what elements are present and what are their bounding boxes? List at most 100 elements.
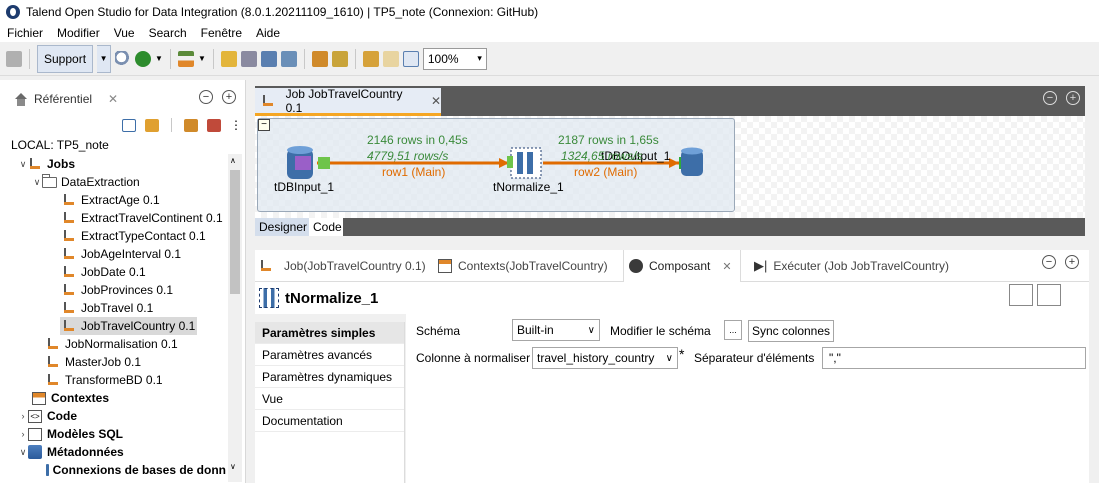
job-designer-canvas[interactable]: − tDBInput_1 tNormalize_1 tDBOutput_1 21… — [255, 116, 1085, 218]
tree-item-masterjob[interactable]: MasterJob 0.1 — [46, 353, 141, 371]
edit-icon[interactable] — [220, 50, 237, 67]
close-icon[interactable]: ✕ — [108, 92, 118, 106]
save-icon[interactable] — [6, 50, 22, 67]
tree-item-jobageinterval[interactable]: JobAgeInterval 0.1 — [62, 245, 181, 263]
tab-composant[interactable]: Composant ✕ — [623, 250, 741, 282]
page-icon[interactable] — [402, 50, 419, 67]
tree-item-extracttravelcontinent[interactable]: ExtractTravelContinent 0.1 — [62, 209, 223, 227]
minimize-icon[interactable]: − — [1042, 255, 1056, 269]
deploy-icon[interactable] — [260, 50, 277, 67]
chevron-right-icon[interactable]: › — [18, 411, 28, 421]
column-to-normalize-select[interactable]: travel_history_country ∨ — [532, 347, 678, 369]
nav-documentation[interactable]: Documentation — [255, 410, 404, 432]
tab-code[interactable]: Code — [309, 218, 343, 236]
nav-parametres-simples[interactable]: Paramètres simples — [255, 322, 404, 344]
import-icon[interactable] — [280, 50, 297, 67]
tree-item-code[interactable]: › <> Code — [18, 407, 78, 425]
repository-tab[interactable]: Référentiel ✕ — [14, 92, 118, 106]
list-view-icon[interactable] — [1037, 284, 1061, 306]
tree-item-label: JobNormalisation 0.1 — [65, 337, 178, 351]
nav-parametres-avances[interactable]: Paramètres avancés — [255, 344, 404, 366]
run-dropdown-icon[interactable]: ▼ — [155, 54, 163, 63]
chevron-down-icon[interactable]: ∨ — [32, 177, 42, 188]
contexts-icon — [32, 391, 46, 405]
refresh-icon[interactable] — [311, 50, 328, 67]
tab-job-settings[interactable]: Job(JobTravelCountry 0.1) — [259, 250, 426, 282]
tree-item-jobtravel[interactable]: JobTravel 0.1 — [62, 299, 153, 317]
menu-vue[interactable]: Vue — [107, 26, 142, 40]
tree-item-contextes[interactable]: Contextes — [32, 389, 109, 407]
tree-item-modeles-sql[interactable]: › Modèles SQL — [18, 425, 124, 443]
minimize-icon[interactable]: − — [1043, 91, 1057, 105]
sync-columns-button[interactable]: Sync colonnes — [748, 320, 834, 342]
nav-parametres-dynamiques[interactable]: Paramètres dynamiques — [255, 366, 404, 388]
support-dropdown-arrow[interactable]: ▼ — [97, 44, 112, 73]
collapse-all-icon[interactable] — [122, 118, 136, 132]
export-dropdown-icon[interactable]: ▼ — [198, 54, 206, 63]
tree-item-jobs[interactable]: ∨ Jobs — [18, 155, 75, 173]
search-icon[interactable] — [115, 50, 132, 67]
tools-icon[interactable] — [240, 50, 257, 67]
menu-search[interactable]: Search — [142, 26, 194, 40]
job-tab-label: Job JobTravelCountry 0.1 — [285, 86, 403, 115]
menu-fenetre[interactable]: Fenêtre — [194, 26, 249, 40]
metadata-icon — [28, 445, 42, 459]
tree-item-dataextraction[interactable]: ∨ DataExtraction — [32, 173, 140, 191]
tab-contexts[interactable]: Contexts(JobTravelCountry) — [438, 250, 608, 282]
run-icon[interactable] — [135, 50, 152, 67]
component-label-tdbinput[interactable]: tDBInput_1 — [274, 180, 334, 194]
scrollbar-thumb[interactable] — [230, 170, 240, 294]
schema-label: Schéma — [416, 324, 461, 338]
filter-icon[interactable] — [207, 118, 221, 132]
edit-schema-button[interactable]: ... — [724, 320, 742, 340]
close-icon[interactable]: ✕ — [722, 260, 731, 273]
tree-item-jobtravelcountry[interactable]: JobTravelCountry 0.1 — [60, 317, 198, 335]
repository-scrollbar[interactable]: ∧ ∨ — [228, 154, 242, 482]
export-icon[interactable] — [177, 50, 194, 67]
grid-view-icon[interactable] — [1009, 284, 1033, 306]
nav-vue[interactable]: Vue — [255, 388, 404, 410]
normalize-component-icon[interactable] — [507, 147, 542, 179]
component-label-tnormalize[interactable]: tNormalize_1 — [493, 180, 564, 194]
tree-item-extracttypecontact[interactable]: ExtractTypeContact 0.1 — [62, 227, 206, 245]
support-label: Support — [44, 51, 87, 66]
chevron-down-icon[interactable]: ∨ — [18, 447, 28, 458]
row1-label[interactable]: row1 (Main) — [382, 165, 445, 179]
tree-item-jobnormalisation[interactable]: JobNormalisation 0.1 — [46, 335, 178, 353]
refresh-icon[interactable] — [184, 118, 198, 132]
maximize-icon[interactable]: + — [1065, 255, 1079, 269]
sync-icon[interactable] — [331, 50, 348, 67]
chevron-right-icon[interactable]: › — [18, 429, 28, 439]
menu-fichier[interactable]: Fichier — [0, 26, 50, 40]
chevron-up-icon[interactable]: ∧ — [230, 156, 236, 165]
tree-item-transformebd[interactable]: TransformeBD 0.1 — [46, 371, 163, 389]
schema-select[interactable]: Built-in ∨ — [512, 319, 600, 341]
menu-aide[interactable]: Aide — [249, 26, 287, 40]
database-input-icon[interactable] — [287, 146, 313, 179]
menu-modifier[interactable]: Modifier — [50, 26, 107, 40]
tab-executer[interactable]: ▶| Exécuter (Job JobTravelCountry) — [754, 250, 949, 282]
support-button[interactable]: Support — [37, 44, 94, 73]
chevron-down-icon[interactable]: ∨ — [18, 159, 28, 170]
tab-designer[interactable]: Designer — [255, 218, 309, 236]
more-options-icon[interactable]: ⋮ — [230, 118, 242, 132]
database-output-icon[interactable] — [679, 147, 703, 177]
chevron-down-icon[interactable]: ∨ — [230, 462, 236, 471]
maximize-icon[interactable]: + — [222, 90, 236, 104]
tree-item-extractage[interactable]: ExtractAge 0.1 — [62, 191, 160, 209]
row2-stats-rows: 2187 rows in 1,65s — [558, 133, 659, 147]
maximize-icon[interactable]: + — [1066, 91, 1080, 105]
link-editor-icon[interactable] — [145, 118, 159, 132]
row2-label[interactable]: row2 (Main) — [574, 165, 637, 179]
tree-item-metadonnees[interactable]: ∨ Métadonnées — [18, 443, 124, 461]
tree-item-jobprovinces[interactable]: JobProvinces 0.1 — [62, 281, 173, 299]
minimize-icon[interactable]: − — [199, 90, 213, 104]
undo-icon[interactable] — [362, 50, 379, 67]
tab-job-jobtravelcountry[interactable]: Job JobTravelCountry 0.1 ✕ — [255, 86, 441, 116]
tree-item-connexions-db[interactable]: Connexions de bases de donn — [46, 461, 226, 479]
zoom-select[interactable]: 100% ▾ — [422, 47, 487, 70]
item-separator-input[interactable]: "," — [822, 347, 1086, 369]
tree-item-jobdate[interactable]: JobDate 0.1 — [62, 263, 146, 281]
redo-icon[interactable] — [382, 50, 399, 67]
close-icon[interactable]: ✕ — [431, 94, 441, 108]
